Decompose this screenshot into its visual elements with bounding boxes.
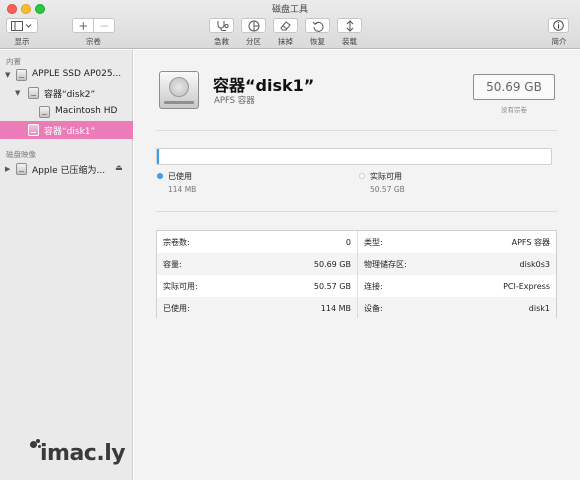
used-legend-value: 114 MB <box>168 185 197 194</box>
used-legend-dot <box>157 173 163 179</box>
erase-button[interactable] <box>273 18 298 33</box>
sidebar-item-label: 容器“disk1” <box>44 127 96 137</box>
info-key: 已使用: <box>163 303 190 313</box>
info-row-physical-store: 物理储存区: disk0s3 <box>358 253 556 275</box>
info-button[interactable] <box>548 18 569 33</box>
partition-icon <box>248 20 259 31</box>
info-row-device: 设备: disk1 <box>358 297 556 319</box>
volume-icon <box>39 106 50 118</box>
info-row-used: 已使用: 114 MB <box>157 297 357 319</box>
detail-pane: 容器“disk1” APFS 容器 50.69 GB 没有宗卷 已使用 114 … <box>134 50 580 480</box>
sidebar-item-apple-ssd[interactable]: ▼ APPLE SSD AP025... <box>0 66 133 84</box>
info-row-volumes: 宗卷数: 0 <box>157 231 357 253</box>
disclosure-down-icon[interactable]: ▼ <box>5 71 10 79</box>
divider <box>156 211 557 212</box>
info-row-connection: 连接: PCI-Express <box>358 275 556 297</box>
sidebar-item-disk1-container[interactable]: 容器“disk1” <box>0 121 133 139</box>
first-aid-label: 急救 <box>214 37 229 46</box>
info-value: disk0s3 <box>519 259 550 269</box>
capacity-box: 50.69 GB <box>473 74 555 100</box>
mount-button[interactable] <box>337 18 362 33</box>
info-value: 50.57 GB <box>313 281 351 291</box>
imacly-logo: imac.ly <box>30 439 126 466</box>
sidebar-item-apple-image[interactable]: ▶ Apple 已压缩为... ⏏ <box>0 160 133 178</box>
drive-icon <box>16 69 27 81</box>
partition-label: 分区 <box>246 37 261 46</box>
sidebar-item-label: APPLE SSD AP025... <box>32 69 122 79</box>
sidebar-view-icon <box>11 20 32 31</box>
volume-title: 容器“disk1” <box>213 76 315 95</box>
info-key: 类型: <box>364 237 383 247</box>
view-button[interactable] <box>6 18 38 33</box>
drive-icon <box>16 163 27 175</box>
remove-volume-button[interactable]: − <box>93 19 114 32</box>
logo-mark <box>30 439 41 465</box>
volume-segmented-control: + − <box>72 18 115 33</box>
info-value: 50.69 GB <box>313 259 351 269</box>
drive-icon <box>28 87 39 99</box>
sidebar-item-label: 容器“disk2” <box>44 90 96 100</box>
info-key: 容量: <box>163 259 182 269</box>
usage-bar <box>156 148 552 165</box>
info-value: 0 <box>345 237 351 247</box>
info-row-capacity: 容量: 50.69 GB <box>157 253 357 275</box>
info-value: PCI-Express <box>503 281 550 291</box>
stethoscope-icon <box>217 21 229 31</box>
sidebar-item-disk2-container[interactable]: ▼ 容器“disk2” <box>0 84 133 102</box>
sidebar-item-label: Macintosh HD <box>55 106 118 116</box>
restore-label: 恢复 <box>310 37 325 46</box>
drive-icon <box>28 124 39 136</box>
disclosure-down-icon[interactable]: ▼ <box>15 89 20 97</box>
sidebar: 内置 ▼ APPLE SSD AP025... ▼ 容器“disk2” Maci… <box>0 50 133 480</box>
restore-icon <box>312 21 323 32</box>
partition-button[interactable] <box>241 18 266 33</box>
info-value: APFS 容器 <box>511 237 550 247</box>
volume-label: 宗卷 <box>86 37 101 46</box>
eraser-icon <box>280 20 291 30</box>
volume-subtitle: APFS 容器 <box>214 96 255 106</box>
window-title: 磁盘工具 <box>271 5 308 15</box>
info-key: 实际可用: <box>163 281 198 291</box>
logo-text: imac.ly <box>40 441 126 466</box>
eject-icon[interactable]: ⏏ <box>115 163 123 172</box>
used-space-fill <box>157 149 159 164</box>
used-legend-label: 已使用 <box>168 172 192 181</box>
info-icon <box>553 20 564 31</box>
mount-label: 装载 <box>342 37 357 46</box>
first-aid-button[interactable] <box>209 18 234 33</box>
mount-icon <box>346 19 353 32</box>
info-key: 物理储存区: <box>364 259 407 269</box>
view-label: 显示 <box>14 37 30 46</box>
info-value: disk1 <box>528 303 550 313</box>
add-volume-button[interactable]: + <box>73 19 93 32</box>
info-table: 宗卷数: 0 容量: 50.69 GB 实际可用: 50.57 GB 已使用: … <box>156 230 557 319</box>
toolbar: 磁盘工具 显示 + − 宗卷 急救 分区 抹掉 恢复 装载 简介 <box>0 0 580 49</box>
free-legend-value: 50.57 GB <box>370 185 405 194</box>
info-row-type: 类型: APFS 容器 <box>358 231 556 253</box>
free-legend-dot <box>359 173 365 179</box>
info-key: 连接: <box>364 281 383 291</box>
restore-button[interactable] <box>305 18 330 33</box>
container-drive-icon <box>159 71 199 109</box>
info-row-available: 实际可用: 50.57 GB <box>157 275 357 297</box>
sidebar-item-macintosh-hd[interactable]: Macintosh HD <box>0 103 133 121</box>
erase-label: 抹掉 <box>278 37 293 46</box>
capacity-caption: 没有宗卷 <box>501 106 527 114</box>
disk-image-section-header: 磁盘映像 <box>6 150 36 159</box>
info-key: 设备: <box>364 303 383 313</box>
info-label: 简介 <box>551 37 567 46</box>
disclosure-right-icon[interactable]: ▶ <box>5 165 10 173</box>
divider <box>156 130 557 131</box>
info-value: 114 MB <box>320 303 351 313</box>
free-legend-label: 实际可用 <box>370 172 402 181</box>
info-key: 宗卷数: <box>163 237 190 247</box>
sidebar-item-label: Apple 已压缩为... <box>32 166 106 176</box>
